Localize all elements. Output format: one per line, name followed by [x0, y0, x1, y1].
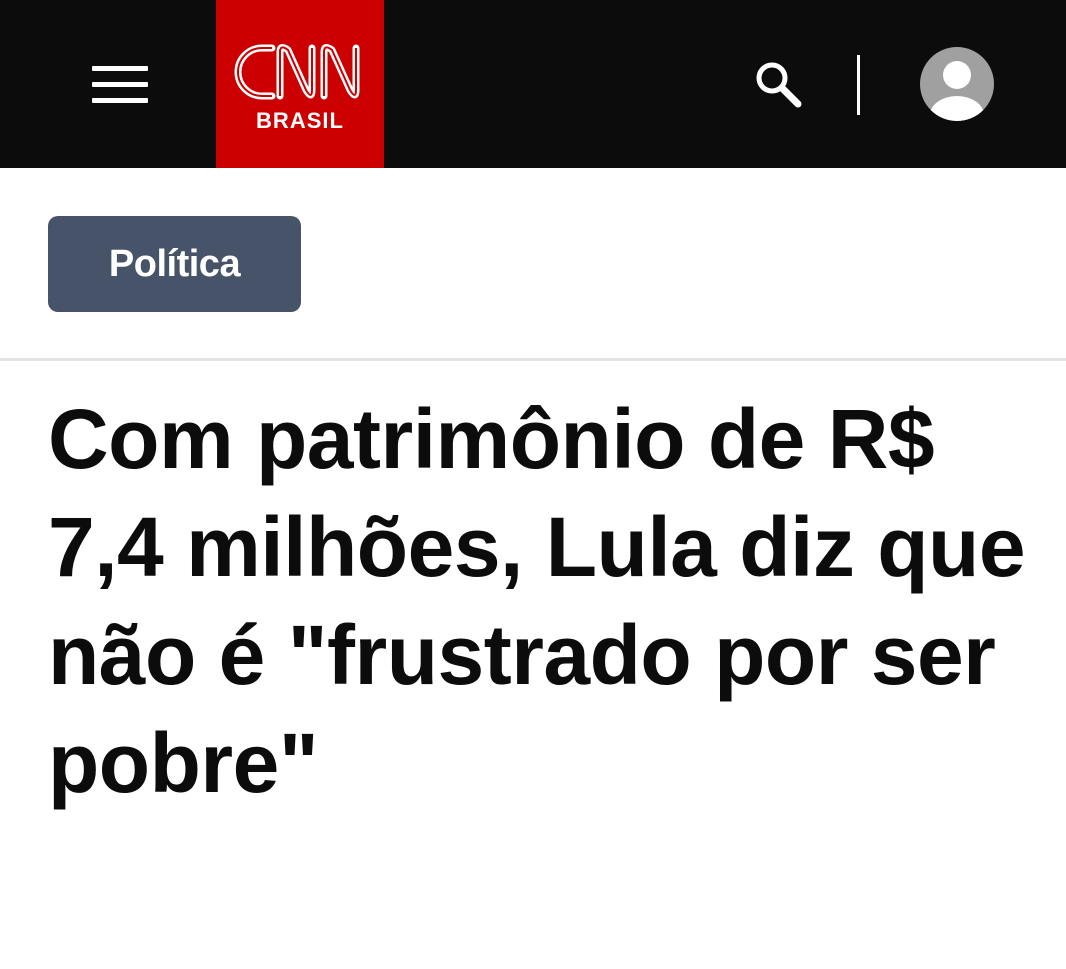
hamburger-menu-button[interactable] [92, 66, 148, 104]
menu-bar-icon [92, 82, 148, 87]
search-icon [756, 62, 802, 108]
category-tag[interactable]: Política [48, 216, 301, 312]
logo-subtitle: BRASIL [256, 108, 344, 133]
cnn-brasil-logo[interactable]: BRASIL [216, 0, 384, 168]
section-divider [0, 358, 1066, 361]
menu-bar-icon [92, 98, 148, 103]
header-divider [857, 55, 860, 115]
article-headline: Com patrimônio de R$ 7,4 milhões, Lula d… [48, 392, 1026, 810]
search-button[interactable] [752, 58, 806, 112]
account-button[interactable] [920, 47, 994, 121]
cnn-logo-icon [234, 43, 360, 100]
site-header: BRASIL [0, 0, 1066, 168]
user-avatar-icon [920, 47, 994, 121]
menu-bar-icon [92, 66, 148, 71]
